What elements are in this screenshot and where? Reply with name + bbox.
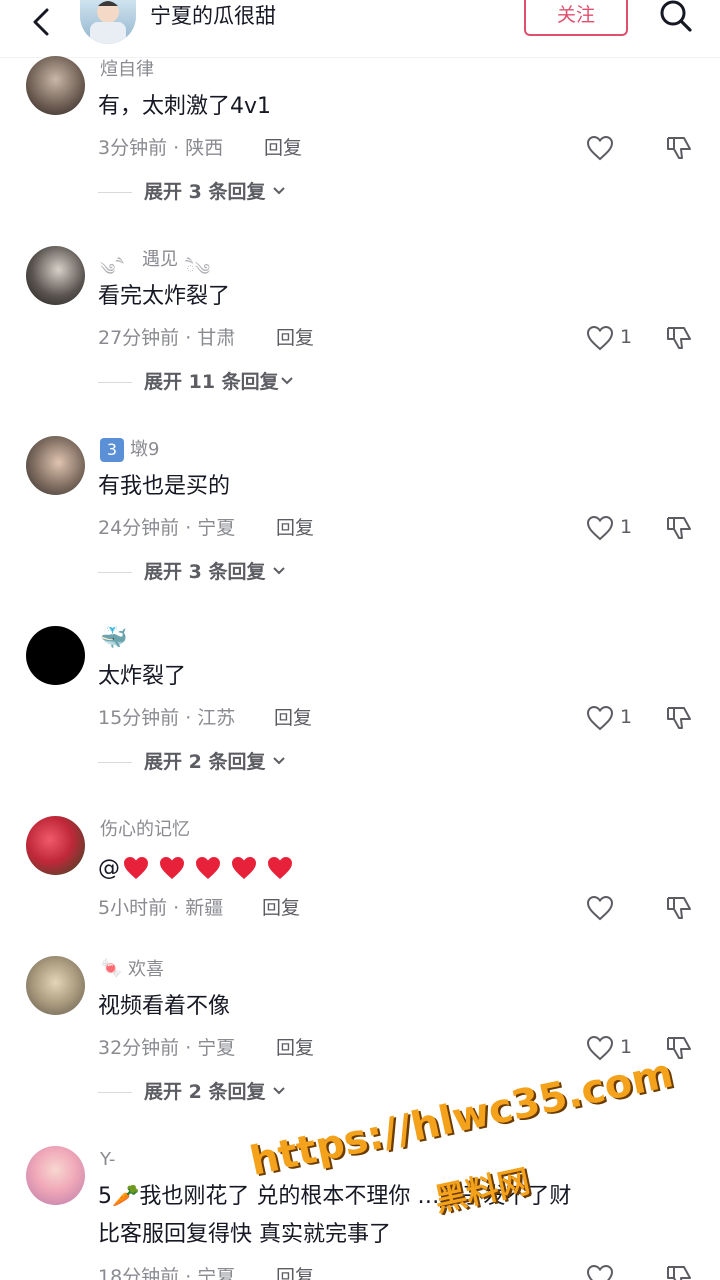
dislike-icon[interactable] xyxy=(664,703,694,733)
follow-button[interactable]: 关注 xyxy=(524,0,628,36)
comment-meta: 15分钟前 · 江苏 xyxy=(98,707,236,729)
candy-icon: 🍬 xyxy=(100,958,123,979)
expand-divider xyxy=(98,1092,132,1093)
comment-meta: 18分钟前 · 宁夏 xyxy=(98,1266,236,1280)
author-avatar[interactable] xyxy=(80,0,136,44)
dislike-icon[interactable] xyxy=(664,1262,694,1280)
avatar[interactable] xyxy=(26,246,85,305)
comment-username[interactable]: 伤心的记忆 xyxy=(100,818,190,842)
chevron-down-icon xyxy=(273,757,285,765)
reply-button[interactable]: 回复 xyxy=(276,1264,314,1280)
top-bar: 宁夏的瓜很甜 关注 xyxy=(0,0,720,58)
avatar[interactable] xyxy=(26,816,85,875)
expand-replies[interactable]: 展开 2 条回复 xyxy=(98,749,318,775)
back-icon[interactable] xyxy=(22,6,62,46)
heart-outline-icon xyxy=(586,705,614,731)
heart-outline-icon xyxy=(586,1035,614,1061)
chevron-down-icon xyxy=(273,187,285,195)
reply-button[interactable]: 回复 xyxy=(264,135,302,161)
red-heart-icon xyxy=(232,857,256,879)
comment-meta: 5小时前 · 新疆 xyxy=(98,897,224,919)
comment-meta: 27分钟前 · 甘肃 xyxy=(98,327,236,349)
red-heart-icon xyxy=(196,857,220,879)
like-button[interactable] xyxy=(586,893,646,923)
like-count: 1 xyxy=(620,1036,633,1058)
comment-meta: 32分钟前 · 宁夏 xyxy=(98,1037,236,1059)
comment-item: 煊自律 有，太刺激了4v1 3分钟前 · 陕西 回复 展开 3 条回复 xyxy=(0,56,720,236)
chevron-down-icon xyxy=(273,1087,285,1095)
expand-replies-label: 展开 2 条回复 xyxy=(144,1081,266,1103)
comment-username[interactable]: 遇见 xyxy=(142,248,178,272)
number-badge: 3 xyxy=(100,438,124,462)
reply-button[interactable]: 回复 xyxy=(276,1035,314,1061)
red-heart-icon xyxy=(160,857,184,879)
expand-replies[interactable]: 展开 2 条回复 xyxy=(98,1079,318,1105)
like-button[interactable] xyxy=(586,133,646,163)
like-count: 1 xyxy=(620,706,633,728)
search-icon[interactable] xyxy=(656,0,696,36)
comment-text: 看完太炸裂了 xyxy=(98,284,231,309)
comment-item: Y- 5🥕我也刚花了 兑的根本不理你 …辈子发不了财 比客服回复得快 真实就完事… xyxy=(0,1146,720,1280)
avatar[interactable] xyxy=(26,626,85,685)
reply-button[interactable]: 回复 xyxy=(276,325,314,351)
expand-replies-label: 展开 2 条回复 xyxy=(144,751,266,773)
comment-item: 遇见 ༄ཻ ཻ༄ 看完太炸裂了 27分钟前 · 甘肃 回复 1 展开 11 条回… xyxy=(0,246,720,426)
comment-text: @ xyxy=(98,853,302,883)
expand-divider xyxy=(98,382,132,383)
like-button[interactable]: 1 xyxy=(586,703,646,733)
comment-text: 有，太刺激了4v1 xyxy=(98,94,272,119)
comment-username[interactable]: 欢喜 xyxy=(128,958,164,982)
expand-divider xyxy=(98,192,132,193)
heart-outline-icon xyxy=(586,325,614,351)
comment-username[interactable]: Y- xyxy=(100,1148,115,1172)
avatar[interactable] xyxy=(26,56,85,115)
expand-replies-label: 展开 11 条回复 xyxy=(144,371,279,393)
reply-button[interactable]: 回复 xyxy=(274,705,312,731)
comment-text-line-2: 比客服回复得快 真实就完事了 xyxy=(98,1222,391,1247)
reply-button[interactable]: 回复 xyxy=(262,895,300,921)
red-heart-icon xyxy=(268,857,292,879)
like-button[interactable] xyxy=(586,1262,646,1280)
heart-outline-icon xyxy=(586,895,614,921)
dislike-icon[interactable] xyxy=(664,323,694,353)
comment-meta: 3分钟前 · 陕西 xyxy=(98,137,224,159)
chevron-down-icon xyxy=(273,567,285,575)
dislike-icon[interactable] xyxy=(664,513,694,543)
red-heart-icon xyxy=(124,857,148,879)
comment-meta: 24分钟前 · 宁夏 xyxy=(98,517,236,539)
like-button[interactable]: 1 xyxy=(586,513,646,543)
comment-text: 有我也是买的 xyxy=(98,474,231,499)
avatar[interactable] xyxy=(26,436,85,495)
comment-item: 🐳 太炸裂了 15分钟前 · 江苏 回复 1 展开 2 条回复 xyxy=(0,626,720,806)
dislike-icon[interactable] xyxy=(664,133,694,163)
author-name[interactable]: 宁夏的瓜很甜 xyxy=(150,2,276,30)
heart-outline-icon xyxy=(586,1264,614,1280)
expand-replies-label: 展开 3 条回复 xyxy=(144,181,266,203)
chevron-down-icon xyxy=(281,377,293,385)
comment-text: 视频看着不像 xyxy=(98,994,231,1019)
comment-item: 伤心的记忆 @ 5小时前 · 新疆 回复 xyxy=(0,816,720,946)
expand-replies[interactable]: 展开 3 条回复 xyxy=(98,179,318,205)
heart-outline-icon xyxy=(586,135,614,161)
like-count: 1 xyxy=(620,516,633,538)
whale-icon: 🐳 xyxy=(100,626,128,651)
expand-divider xyxy=(98,572,132,573)
comment-username[interactable]: 墩9 xyxy=(130,438,159,462)
expand-divider xyxy=(98,762,132,763)
dislike-icon[interactable] xyxy=(664,893,694,923)
like-button[interactable]: 1 xyxy=(586,323,646,353)
expand-replies[interactable]: 展开 3 条回复 xyxy=(98,559,318,585)
avatar[interactable] xyxy=(26,956,85,1015)
reply-button[interactable]: 回复 xyxy=(276,515,314,541)
avatar[interactable] xyxy=(26,1146,85,1205)
expand-replies[interactable]: 展开 11 条回复 xyxy=(98,369,328,395)
heart-outline-icon xyxy=(586,515,614,541)
comment-item: 3 墩9 有我也是买的 24分钟前 · 宁夏 回复 1 展开 3 条回复 xyxy=(0,436,720,616)
comment-text: 太炸裂了 xyxy=(98,664,187,689)
like-count: 1 xyxy=(620,326,633,348)
expand-replies-label: 展开 3 条回复 xyxy=(144,561,266,583)
mention-symbol: @ xyxy=(98,855,120,881)
comment-username[interactable]: 煊自律 xyxy=(100,58,154,82)
